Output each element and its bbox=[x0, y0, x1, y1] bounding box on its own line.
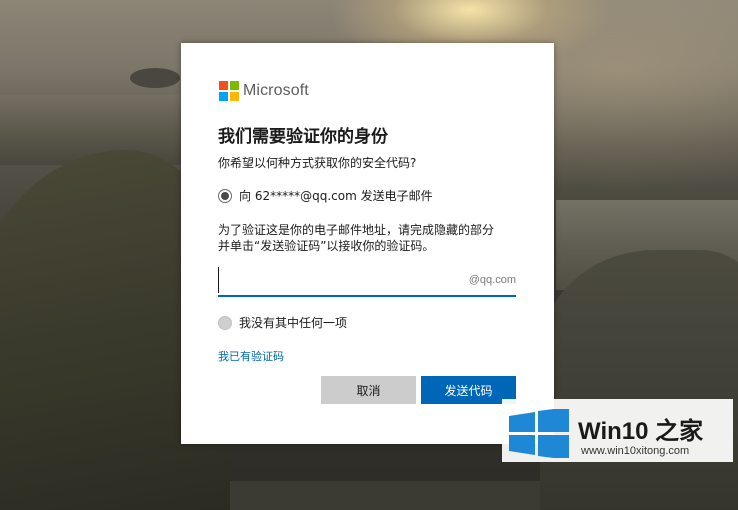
email-input[interactable] bbox=[218, 267, 460, 293]
windows-logo-icon bbox=[509, 409, 569, 458]
email-option-label: 向 62*****@qq.com 发送电子邮件 bbox=[239, 189, 433, 203]
email-suffix: @qq.com bbox=[468, 274, 516, 286]
logo-square-green bbox=[230, 81, 239, 90]
watermark-title: Win10 之家 bbox=[578, 418, 704, 445]
none-option-radio[interactable] bbox=[218, 315, 232, 330]
microsoft-logo-icon bbox=[219, 81, 239, 101]
cancel-button[interactable]: 取消 bbox=[321, 376, 416, 404]
microsoft-brand: Microsoft bbox=[219, 80, 309, 102]
background-hill-right bbox=[540, 250, 738, 510]
instruction-line-2: 并单击“发送验证码”以接收你的验证码。 bbox=[218, 239, 435, 253]
logo-square-red bbox=[219, 81, 228, 90]
none-option-label: 我没有其中任何一项 bbox=[239, 316, 348, 330]
watermark-url: www.win10xitong.com bbox=[581, 445, 690, 457]
page-subtitle: 你希望以何种方式获取你的安全代码? bbox=[218, 156, 417, 170]
verify-identity-dialog: Microsoft 我们需要验证你的身份 你希望以何种方式获取你的安全代码? 向… bbox=[181, 43, 554, 444]
email-option-radio[interactable] bbox=[218, 188, 232, 203]
email-field: @qq.com bbox=[218, 267, 516, 297]
logo-square-yellow bbox=[230, 92, 239, 101]
instruction-line-1: 为了验证这是你的电子邮件地址，请完成隐藏的部分 bbox=[218, 223, 495, 237]
instruction-text: 为了验证这是你的电子邮件地址，请完成隐藏的部分 并单击“发送验证码”以接收你的验… bbox=[218, 222, 494, 254]
brand-name: Microsoft bbox=[243, 82, 309, 99]
none-option[interactable]: 我没有其中任何一项 bbox=[218, 314, 347, 331]
logo-square-blue bbox=[219, 92, 228, 101]
watermark-badge: Win10 之家 www.win10xitong.com bbox=[502, 399, 733, 462]
page-title: 我们需要验证你的身份 bbox=[218, 127, 388, 147]
background-island bbox=[130, 68, 180, 88]
have-code-link[interactable]: 我已有验证码 bbox=[218, 348, 284, 364]
email-option[interactable]: 向 62*****@qq.com 发送电子邮件 bbox=[218, 187, 433, 204]
